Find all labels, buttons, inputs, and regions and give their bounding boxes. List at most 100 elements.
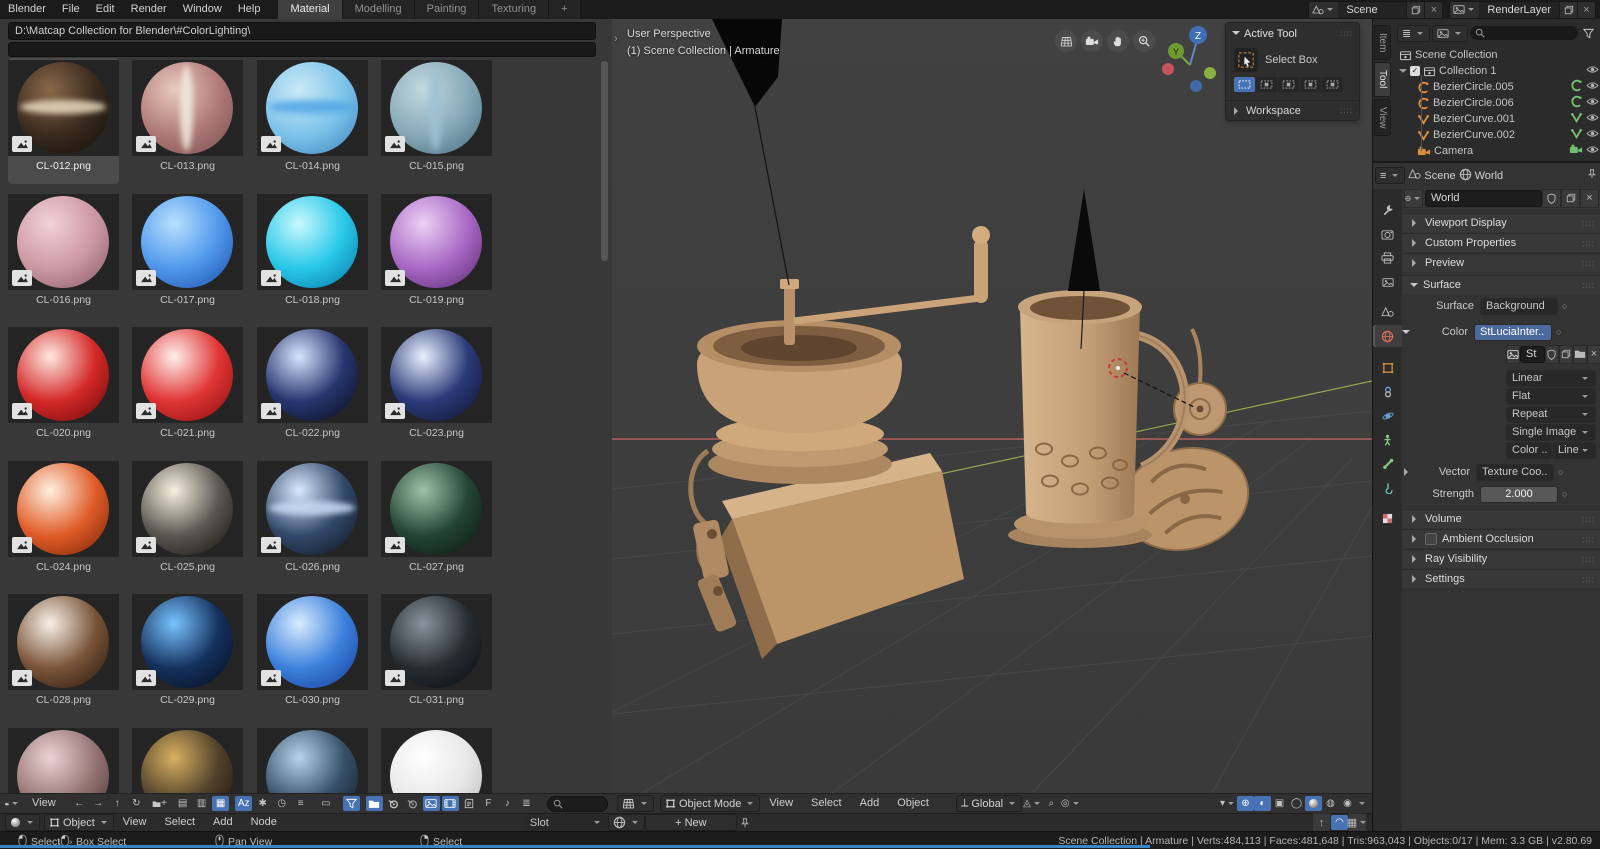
panel-drag-dots[interactable]: :::: <box>1582 515 1595 524</box>
outliner-funnel-icon[interactable] <box>1580 26 1597 41</box>
camera-view-icon[interactable] <box>1081 30 1103 52</box>
path-input[interactable]: D:\Matcap Collection for Blender\#ColorL… <box>8 22 596 40</box>
file-item-CL-024-png[interactable]: CL-024.png <box>8 459 119 585</box>
file-item-CL-031-png[interactable]: CL-031.png <box>381 592 492 718</box>
shader-menu-node[interactable]: Node <box>242 813 286 832</box>
magnet-icon[interactable]: ⌕ <box>1043 796 1060 811</box>
shading-solid-icon[interactable] <box>1305 796 1322 811</box>
menu-file[interactable]: File <box>54 0 88 19</box>
outliner-row-beziercircle-005[interactable]: BezierCircle.005 <box>1395 79 1599 95</box>
properties-tab-render-icon[interactable] <box>1373 223 1402 245</box>
outliner-search-input[interactable] <box>1470 26 1578 40</box>
shading-dropdown-icon[interactable] <box>1359 802 1365 808</box>
panel-preview[interactable]: Preview:::: <box>1402 253 1600 272</box>
xray-icon[interactable]: ▣ <box>1271 796 1288 811</box>
orientation-gizmo[interactable]: Z Y <box>1152 23 1224 95</box>
select-mode-subtract-button[interactable] <box>1278 77 1299 92</box>
breadcrumb-world-label[interactable]: World <box>1475 170 1504 182</box>
file-browser-scrollbar[interactable] <box>601 61 608 261</box>
overlays-icon[interactable]: ◐ <box>1254 796 1271 811</box>
renderlayer-selector[interactable]: RenderLayer × <box>1449 0 1596 19</box>
mode-selector[interactable]: Object Mode <box>660 795 761 812</box>
active-tool-header[interactable]: Active Tool :::: <box>1226 23 1359 44</box>
properties-tab-world-icon[interactable] <box>1373 325 1402 347</box>
view-menu[interactable]: View <box>23 794 65 813</box>
open-image-icon[interactable] <box>1572 344 1587 364</box>
world-icon[interactable] <box>607 814 645 831</box>
eye-icon[interactable] <box>1586 81 1599 93</box>
properties-tab-object-icon[interactable] <box>1373 357 1402 379</box>
pin-icon[interactable] <box>1587 169 1597 182</box>
decorate-dot-icon[interactable]: ○ <box>1562 489 1567 499</box>
scene-selector[interactable]: Scene × <box>1308 0 1444 19</box>
filter-font-icon[interactable]: F <box>480 796 497 811</box>
file-item-CL-017-png[interactable]: CL-017.png <box>132 192 243 318</box>
menu-help[interactable]: Help <box>230 0 269 19</box>
panel-drag-dots[interactable]: :::: <box>1582 555 1595 564</box>
menu-render[interactable]: Render <box>123 0 175 19</box>
file-item[interactable] <box>381 726 492 793</box>
panel-settings[interactable]: Settings:::: <box>1402 569 1600 588</box>
eye-icon[interactable] <box>1586 145 1599 157</box>
shader-menu-select[interactable]: Select <box>155 813 204 832</box>
sort-alpha-icon[interactable]: Az <box>235 796 253 811</box>
outliner-row-scene-collection[interactable]: Scene Collection <box>1395 47 1599 63</box>
filter-backup-icon[interactable] <box>404 796 421 811</box>
shader-menu-view[interactable]: View <box>114 813 156 832</box>
viewport-menu-add[interactable]: Add <box>851 794 889 813</box>
scene-copy-button[interactable] <box>1406 1 1425 18</box>
snap-icon[interactable]: ◬ <box>1022 796 1043 811</box>
snap-node-icon[interactable]: ◠ <box>1331 815 1348 830</box>
filter-movie-icon[interactable] <box>441 796 459 811</box>
file-item-CL-014-png[interactable]: CL-014.png <box>257 58 368 184</box>
outliner-row-beziercurve-002[interactable]: BezierCurve.002 <box>1395 127 1599 143</box>
renderlayer-name[interactable]: RenderLayer <box>1479 4 1559 16</box>
scene-name[interactable]: Scene <box>1338 4 1406 16</box>
eye-icon[interactable] <box>1586 129 1599 141</box>
new-material-button[interactable]: + New <box>644 814 737 831</box>
parent-node-icon[interactable]: ↑ <box>1312 813 1331 832</box>
filename-input[interactable] <box>8 42 596 57</box>
recursion-icon[interactable]: ▭ <box>317 796 334 811</box>
decorate-dot-icon[interactable]: ○ <box>1558 467 1563 477</box>
filter-folder-icon[interactable] <box>365 796 383 811</box>
dropdown-flat[interactable]: Flat <box>1506 387 1596 405</box>
file-item-CL-026-png[interactable]: CL-026.png <box>257 459 368 585</box>
browser-menu-icon[interactable] <box>4 796 21 811</box>
file-item-CL-013-png[interactable]: CL-013.png <box>132 58 243 184</box>
shader-pin-icon[interactable] <box>737 815 754 830</box>
copy-datablock-icon[interactable] <box>1561 188 1580 208</box>
renderlayer-delete-button[interactable]: × <box>1577 1 1595 18</box>
outliner-row-collection[interactable]: ✓ Collection 1 <box>1395 63 1599 79</box>
proportional-edit-icon[interactable]: ◎ <box>1060 796 1082 811</box>
color-texture-button[interactable]: StLuciaInter.. <box>1474 323 1552 341</box>
sort-time-icon[interactable]: ◷ <box>273 796 290 811</box>
filter-blend-icon[interactable] <box>385 796 402 811</box>
select-mode-set-button[interactable] <box>1234 77 1255 92</box>
sort-extension-icon[interactable]: ✱ <box>254 796 271 811</box>
show-object-types-icon[interactable]: ▾ <box>1219 796 1237 811</box>
workspace-panel-header[interactable]: Workspace :::: <box>1226 100 1359 120</box>
scene-icon[interactable] <box>1309 1 1339 18</box>
vector-dropdown[interactable]: Texture Coo.. <box>1476 463 1554 481</box>
file-item-CL-027-png[interactable]: CL-027.png <box>381 459 492 585</box>
file-item-CL-012-png[interactable]: CL-012.png <box>8 58 119 184</box>
surface-type-dropdown[interactable]: Background <box>1480 297 1558 315</box>
alpha-dropdown[interactable]: Line <box>1552 441 1596 459</box>
viewport-menu-select[interactable]: Select <box>802 794 851 813</box>
menu-window[interactable]: Window <box>175 0 230 19</box>
dropdown-single-image[interactable]: Single Image <box>1506 423 1596 441</box>
file-item-CL-025-png[interactable]: CL-025.png <box>132 459 243 585</box>
select-mode-extend-button[interactable] <box>1256 77 1277 92</box>
outliner-filter-type-icon[interactable] <box>1432 24 1469 42</box>
menu-blender[interactable]: Blender <box>0 0 54 19</box>
tab-modelling[interactable]: Modelling <box>342 0 415 19</box>
file-item[interactable] <box>8 726 119 793</box>
properties-tab-bone-icon[interactable] <box>1373 453 1402 475</box>
image-thumb-icon[interactable] <box>1506 344 1521 364</box>
grid-toggle-icon[interactable] <box>1055 30 1077 52</box>
file-item-CL-021-png[interactable]: CL-021.png <box>132 325 243 451</box>
viewport-menu-object[interactable]: Object <box>888 794 938 813</box>
up-icon[interactable]: ↑ <box>109 796 126 811</box>
back-icon[interactable]: ← <box>71 796 88 811</box>
